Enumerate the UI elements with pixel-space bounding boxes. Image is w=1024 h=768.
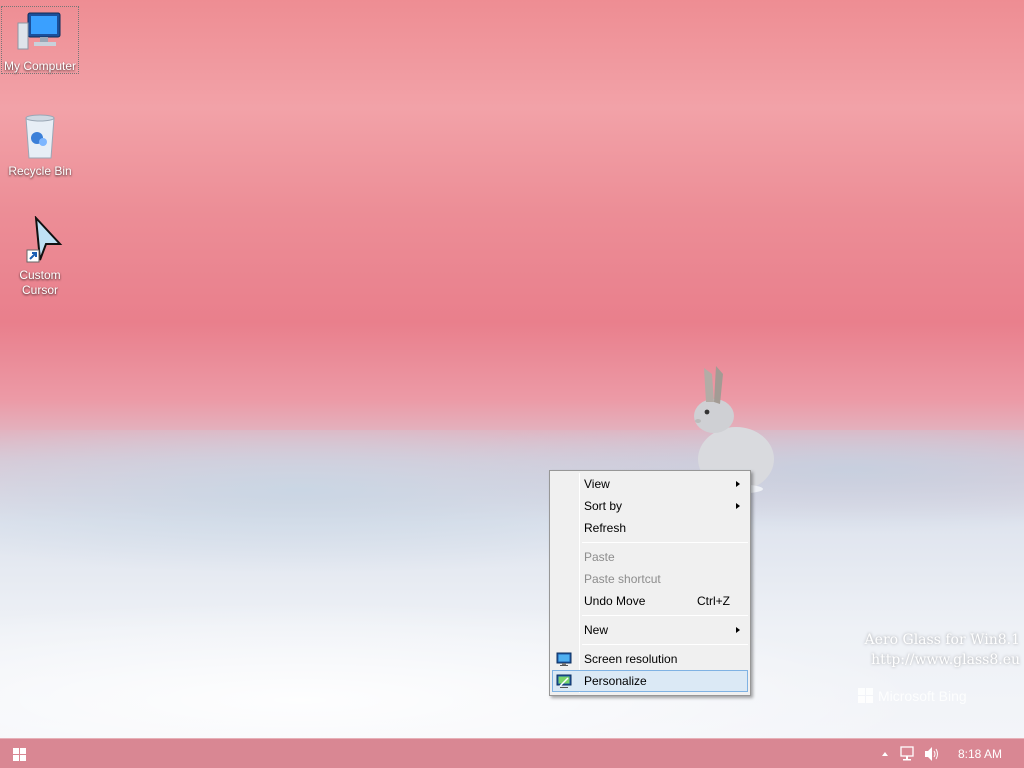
menu-item-label: Refresh [584, 521, 627, 535]
menu-item-label: View [584, 477, 610, 491]
menu-item-new[interactable]: New [552, 619, 748, 641]
menu-item-label: Undo Move [584, 594, 646, 608]
menu-item-refresh[interactable]: Refresh [552, 517, 748, 539]
submenu-arrow-icon [736, 503, 740, 509]
menu-item-label: Personalize [584, 674, 647, 688]
volume-icon [925, 747, 938, 761]
desktop-icon-label-line1: Custom [19, 268, 61, 282]
menu-item-label: Paste shortcut [584, 572, 661, 586]
menu-item-personalize[interactable]: Personalize [552, 670, 748, 692]
bing-label: Microsoft Bing [878, 688, 967, 704]
start-button[interactable] [0, 739, 40, 768]
watermark-line2: http://www.glass8.eu [871, 652, 1020, 668]
computer-icon [14, 7, 66, 59]
aero-glass-watermark: Aero Glass for Win8.1 http://www.glass8.… [865, 630, 1020, 670]
volume-button[interactable] [922, 739, 940, 768]
menu-separator [582, 615, 748, 616]
menu-item-label: Screen resolution [584, 652, 678, 666]
menu-item-paste[interactable]: Paste [552, 546, 748, 568]
network-icon [900, 746, 914, 761]
menu-item-sort-by[interactable]: Sort by [552, 495, 748, 517]
menu-item-label: Sort by [584, 499, 623, 513]
desktop-icon-label: My Computer [3, 59, 77, 73]
submenu-arrow-icon [736, 481, 740, 487]
personalize-icon [556, 674, 572, 688]
monitor-icon [556, 652, 572, 666]
menu-item-label: Paste [584, 550, 615, 564]
menu-item-undo-move[interactable]: Undo Move Ctrl+Z [552, 590, 748, 612]
wallpaper-snow-shading [0, 430, 1024, 768]
desktop-context-menu: View Sort by Refresh Paste Paste shortcu… [549, 470, 751, 696]
menu-item-label: New [584, 623, 609, 637]
cursor-shortcut-icon [14, 215, 66, 268]
submenu-arrow-icon [736, 627, 740, 633]
desktop-icon-my-computer[interactable]: My Computer [1, 6, 79, 74]
taskbar-clock[interactable]: 8:18 AM [958, 747, 1002, 761]
menu-separator [582, 644, 748, 645]
taskbar: 8:18 AM [0, 738, 1024, 768]
desktop-icon-recycle-bin[interactable]: Recycle Bin [2, 112, 78, 179]
desktop-icon-label: Recycle Bin [8, 164, 72, 178]
watermark-line1: Aero Glass for Win8.1 [864, 632, 1020, 648]
menu-separator [582, 542, 748, 543]
chevron-up-icon [882, 752, 888, 756]
menu-item-paste-shortcut[interactable]: Paste shortcut [552, 568, 748, 590]
network-button[interactable] [898, 739, 916, 768]
menu-item-view[interactable]: View [552, 473, 748, 495]
show-hidden-icons-button[interactable] [878, 739, 892, 768]
bing-windows-icon [858, 688, 874, 704]
bing-logo: Microsoft Bing [858, 688, 967, 704]
recycle-bin-icon [14, 112, 66, 164]
menu-item-shortcut: Ctrl+Z [697, 594, 730, 608]
menu-item-screen-resolution[interactable]: Screen resolution [552, 648, 748, 670]
desktop-icon-custom-cursor[interactable]: Custom Cursor [2, 215, 78, 298]
desktop-icon-label-line2: Cursor [21, 283, 58, 297]
